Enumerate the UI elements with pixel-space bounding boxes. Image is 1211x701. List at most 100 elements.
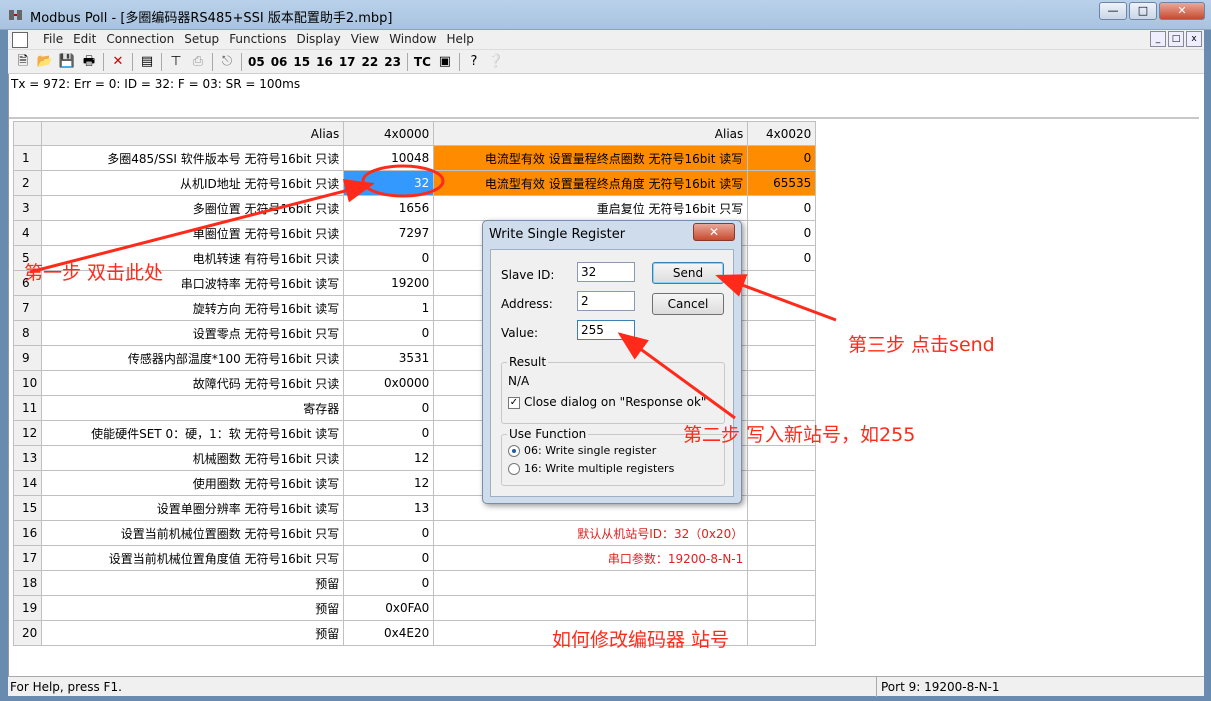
alias-cell-1: 故障代码 无符号16bit 只读 — [41, 370, 345, 396]
fc16-button[interactable]: 16 — [313, 55, 336, 69]
read-write-icon[interactable]: ⊤ — [165, 52, 187, 72]
document-icon[interactable] — [12, 32, 28, 48]
menu-bar: File Edit Connection Setup Functions Dis… — [8, 30, 1204, 50]
value-cell-1[interactable]: 7297 — [343, 220, 435, 246]
value-cell-2[interactable] — [747, 445, 817, 471]
row-number: 16 — [12, 520, 43, 546]
value-cell-2[interactable]: 0 — [747, 220, 817, 246]
value-cell-2[interactable]: 65535 — [747, 170, 817, 196]
print-icon[interactable]: 🖶 — [78, 52, 100, 72]
menu-display[interactable]: Display — [291, 32, 345, 46]
slave-id-input[interactable]: 32 — [577, 262, 635, 282]
menu-help[interactable]: Help — [442, 32, 479, 46]
value-cell-2[interactable] — [747, 395, 817, 421]
value-cell-2[interactable]: 0 — [747, 145, 817, 171]
menu-functions[interactable]: Functions — [224, 32, 291, 46]
row-number: 10 — [12, 370, 43, 396]
value-cell-1[interactable]: 0 — [343, 420, 435, 446]
maximize-button[interactable]: □ — [1129, 2, 1157, 20]
window-icon[interactable]: ▤ — [136, 52, 158, 72]
close-button[interactable]: ✕ — [1159, 2, 1205, 20]
alias-cell-1: 设置零点 无符号16bit 只写 — [41, 320, 345, 346]
menu-file[interactable]: File — [38, 32, 68, 46]
value-cell-2[interactable] — [747, 595, 817, 621]
menu-window[interactable]: Window — [384, 32, 441, 46]
open-folder-icon[interactable]: 📂 — [34, 52, 56, 72]
fc05-button[interactable]: 05 — [245, 55, 268, 69]
save-icon[interactable]: 💾 — [56, 52, 78, 72]
value-cell-2[interactable] — [747, 320, 817, 346]
help-icon[interactable]: ? — [463, 52, 485, 72]
result-group-title: Result — [507, 355, 549, 369]
value-cell-1[interactable]: 19200 — [343, 270, 435, 296]
step1-annotation: 第一步 双击此处 — [24, 262, 164, 284]
value-input[interactable]: 255 — [577, 320, 635, 340]
fc23-button[interactable]: 23 — [381, 55, 404, 69]
value-cell-1[interactable]: 0 — [343, 245, 435, 271]
value-cell-1[interactable]: 3531 — [343, 345, 435, 371]
value-cell-2[interactable] — [747, 520, 817, 546]
disconnect-icon[interactable]: ✕ — [107, 52, 129, 72]
menu-connection[interactable]: Connection — [101, 32, 179, 46]
fc17-button[interactable]: 17 — [336, 55, 359, 69]
value-cell-2[interactable] — [747, 270, 817, 296]
value-cell-2[interactable] — [747, 370, 817, 396]
value-cell-1[interactable]: 0 — [343, 520, 435, 546]
fn06-radio[interactable]: 06: Write single register — [508, 444, 656, 457]
toolbar: 🗎 📂 💾 🖶 ✕ ▤ ⊤ ⎙ ⎋ 05 06 15 16 17 22 23 T… — [8, 50, 1204, 74]
value-cell-1[interactable]: 1656 — [343, 195, 435, 221]
menu-setup[interactable]: Setup — [179, 32, 224, 46]
fc15-button[interactable]: 15 — [290, 55, 313, 69]
value-cell-1[interactable]: 0 — [343, 320, 435, 346]
value-cell-2[interactable] — [747, 295, 817, 321]
value-cell-2[interactable] — [747, 570, 817, 596]
pulse-icon[interactable]: ⎋ — [216, 52, 238, 72]
context-help-icon[interactable]: ❔ — [485, 52, 507, 72]
value-cell-1[interactable]: 0 — [343, 570, 435, 596]
address-input[interactable]: 2 — [577, 291, 635, 311]
header-col-1: 4x0000 — [343, 121, 435, 146]
mdi-restore-button[interactable]: □ — [1168, 31, 1184, 47]
value-cell-2[interactable] — [747, 620, 817, 646]
menu-edit[interactable]: Edit — [68, 32, 101, 46]
step3-annotation: 第三步 点击send — [848, 334, 995, 356]
corner-cell — [12, 121, 43, 146]
send-button[interactable]: Send — [652, 262, 724, 284]
alias-cell-1: 设置单圈分辨率 无符号16bit 读写 — [41, 495, 345, 521]
value-cell-2[interactable] — [747, 545, 817, 571]
value-cell-1[interactable]: 12 — [343, 445, 435, 471]
splitter[interactable] — [9, 117, 1199, 119]
value-cell-1[interactable]: 12 — [343, 470, 435, 496]
value-cell-1[interactable]: 0 — [343, 395, 435, 421]
traffic-icon[interactable]: ▣ — [434, 52, 456, 72]
value-cell-1[interactable]: 32 — [343, 170, 435, 196]
value-cell-1[interactable]: 0x0000 — [343, 370, 435, 396]
value-cell-1[interactable]: 1 — [343, 295, 435, 321]
slave-id-label: Slave ID: — [501, 268, 555, 282]
mdi-minimize-button[interactable]: _ — [1150, 31, 1166, 47]
mdi-close-button[interactable]: x — [1186, 31, 1202, 47]
close-on-ok-checkbox[interactable]: ✓ Close dialog on "Response ok" — [508, 395, 706, 409]
value-cell-2[interactable] — [747, 470, 817, 496]
fn16-radio[interactable]: 16: Write multiple registers — [508, 462, 674, 475]
value-cell-1[interactable]: 0x4E20 — [343, 620, 435, 646]
menu-view[interactable]: View — [346, 32, 384, 46]
value-cell-1[interactable]: 13 — [343, 495, 435, 521]
value-cell-2[interactable]: 0 — [747, 245, 817, 271]
value-cell-1[interactable]: 0x0FA0 — [343, 595, 435, 621]
tc-button[interactable]: TC — [411, 55, 434, 69]
row-number: 1 — [12, 145, 43, 171]
cancel-button[interactable]: Cancel — [652, 293, 724, 315]
value-cell-1[interactable]: 0 — [343, 545, 435, 571]
value-cell-2[interactable] — [747, 345, 817, 371]
fc22-button[interactable]: 22 — [359, 55, 382, 69]
value-cell-1[interactable]: 10048 — [343, 145, 435, 171]
fc06-button[interactable]: 06 — [268, 55, 291, 69]
new-file-icon[interactable]: 🗎 — [12, 52, 34, 72]
row-number: 19 — [12, 595, 43, 621]
value-cell-2[interactable] — [747, 495, 817, 521]
value-cell-2[interactable]: 0 — [747, 195, 817, 221]
dialog-close-button[interactable]: ✕ — [693, 223, 735, 241]
printer-disabled-icon[interactable]: ⎙ — [187, 52, 209, 72]
minimize-button[interactable]: — — [1099, 2, 1127, 20]
